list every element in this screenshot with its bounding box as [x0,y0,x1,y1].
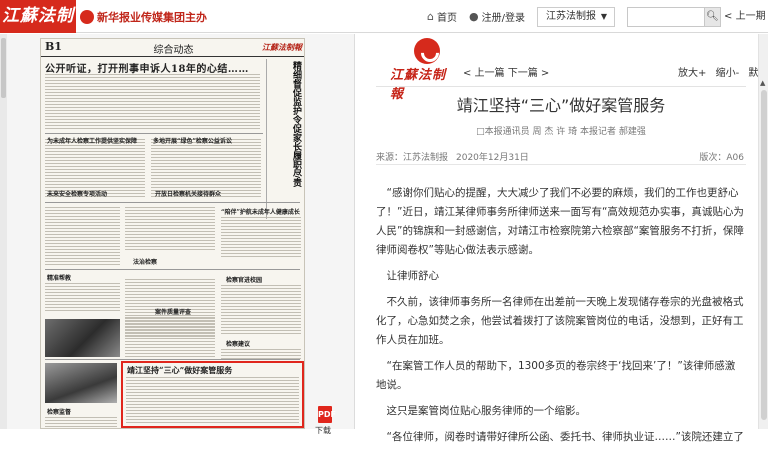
highlighted-article-text [126,377,299,425]
page-masthead: B1 综合动态 江蘇法制報 [41,39,304,57]
pdf-download-icon[interactable]: PDF [318,406,336,423]
article-text-block [221,285,301,335]
paper-select[interactable]: 江苏法制报 ▼ [537,7,615,27]
article-text-block [45,207,120,267]
article-source: 来源：江苏法制报 [376,153,449,163]
article-body: “感谢你们贴心的提醒，大大减少了我们不必要的麻烦，我们的工作也更舒心了！”近日，… [376,184,744,454]
article-paragraph: “感谢你们贴心的提醒，大大减少了我们不必要的麻烦，我们的工作也更舒心了！”近日，… [376,187,744,256]
article-page-number: 版次：A06 [699,153,744,163]
article-subheading: 让律师舒心 [386,270,440,282]
lead-headline[interactable]: 公开听证，打开刑事申诉人18年的心结…… [45,60,255,75]
pdf-download-label[interactable]: 下载 [315,425,331,436]
sub-headline[interactable]: 未来安全检察专项活动 [47,189,107,198]
row-divider [45,202,300,203]
group-logo-icon [80,9,94,24]
page-brand: 江蘇法制報 [262,42,302,52]
article-paragraph: “在案管工作人员的帮助下，1300多页的卷宗终于‘找回来’了！”该律师感激地说。 [376,360,736,391]
article-paragraph: “各位律师，阅卷时请带好律所公函、委托书、律师执业证……”该院还建立了 [386,431,744,443]
page-viewer: B1 综合动态 江蘇法制報 公开听证，打开刑事申诉人18年的心结…… 精细督促监… [0,34,355,435]
row-divider [45,359,300,360]
row-divider [45,133,263,134]
article-text-block [221,349,301,359]
article-scrollbar[interactable]: ▲ [758,34,768,429]
newspaper-page-image[interactable]: B1 综合动态 江蘇法制報 公开听证，打开刑事申诉人18年的心结…… 精细督促监… [40,38,305,429]
article-meta: 来源：江苏法制报 2020年12月31日 版次：A06 [376,147,746,165]
paper-select-value: 江苏法制报 [546,11,596,22]
article-title: 靖江坚持“三心”做好案管服务 [456,96,666,115]
article-text-block [45,283,120,313]
sponsor-banner: 新华报业传媒集团主办 [80,0,207,33]
scrollbar-thumb[interactable] [1,38,6,98]
scroll-up-icon[interactable]: ▲ [760,79,765,87]
article-text-block [125,207,215,252]
zoom-controls: 放大+ 缩小- 默认○ [678,64,768,79]
article-text-block [45,417,117,428]
zoom-in-button[interactable]: 放大+ [678,68,706,79]
newspaper-emblem-icon [414,38,440,64]
sub-headline[interactable]: 法治检察 [133,257,157,266]
highlighted-headline[interactable]: 靖江坚持“三心”做好案管服务 [127,365,232,376]
sub-headline[interactable]: 精准帮教 [47,273,71,282]
chevron-down-icon: ▼ [600,12,607,21]
zoom-out-button[interactable]: 缩小- [716,68,740,79]
nav-home-label: 首页 [436,13,457,24]
page-viewer-scrollbar[interactable] [0,34,7,429]
sub-headline[interactable]: 多地开展“绿色”检察公益诉讼 [153,136,232,145]
sub-headline[interactable]: 为未成年人检察工作提供坚实保障 [47,136,137,145]
user-icon: ● [469,10,479,23]
article-logo: 江蘇法制報 [386,34,456,102]
home-icon: ⌂ [427,10,434,23]
prev-issue-label: 上一期 [735,11,766,22]
header-divider [376,86,746,87]
article-text-block [125,317,215,357]
article-paragraph: 这只是案管岗位贴心服务律师的一个缩影。 [386,405,587,417]
search-input[interactable] [627,7,705,27]
news-photo[interactable] [45,363,117,403]
article-date: 2020年12月31日 [456,153,529,163]
lead-article-text [45,74,260,130]
column-divider [266,59,267,219]
vertical-headline[interactable]: 精细督促监护令促家长履职尽责 [273,61,301,211]
top-bar: 江蘇法制報 新华报业传媒集团主办 ⌂ 首页 ● 注册/登录 江苏法制报 ▼ 🔍︎… [0,0,768,59]
nav-home-link[interactable]: ⌂ 首页 [427,0,457,33]
sub-headline[interactable]: “陪伴”护航未成年人健康成长 [221,207,300,216]
sponsor-text: 新华报业传媒集团主办 [97,10,207,24]
article-text-block [221,217,301,257]
search-button[interactable]: 🔍︎ [705,7,721,27]
nav-login-link[interactable]: ● 注册/登录 [469,0,525,33]
row-divider [45,269,300,270]
news-photo[interactable] [45,319,120,357]
article-paragraph: 不久前，该律师事务所一名律师在出差前一天晚上发现储存卷宗的光盘被格式化了，心急如… [376,296,744,346]
sub-headline[interactable]: 检察监督 [47,407,71,416]
scrollbar-thumb[interactable] [761,90,767,420]
search-icon: 🔍︎ [706,11,719,22]
article-panel: 江蘇法制報 < 上一篇 下一篇 > 放大+ 缩小- 默认○ 靖江坚持“三心”做好… [356,34,768,443]
sub-headline[interactable]: 开放日检察机关接待群众 [155,189,221,198]
sub-headline[interactable]: 案件质量评查 [155,307,191,316]
site-logo[interactable]: 江蘇法制報 [0,0,76,59]
sub-headline[interactable]: 检察官进校园 [226,275,262,284]
article-authors: □本报通讯员 周 杰 许 琦 本报记者 郝建强 [476,127,646,137]
nav-login-label: 注册/登录 [481,13,525,24]
sub-headline[interactable]: 检察建议 [226,339,250,348]
highlighted-article-region[interactable]: 靖江坚持“三心”做好案管服务 [121,361,304,428]
chevron-left-icon: < [724,11,733,22]
prev-issue-link[interactable]: < 上一期 [724,0,766,33]
article-pager[interactable]: < 上一篇 下一篇 > [463,64,549,79]
